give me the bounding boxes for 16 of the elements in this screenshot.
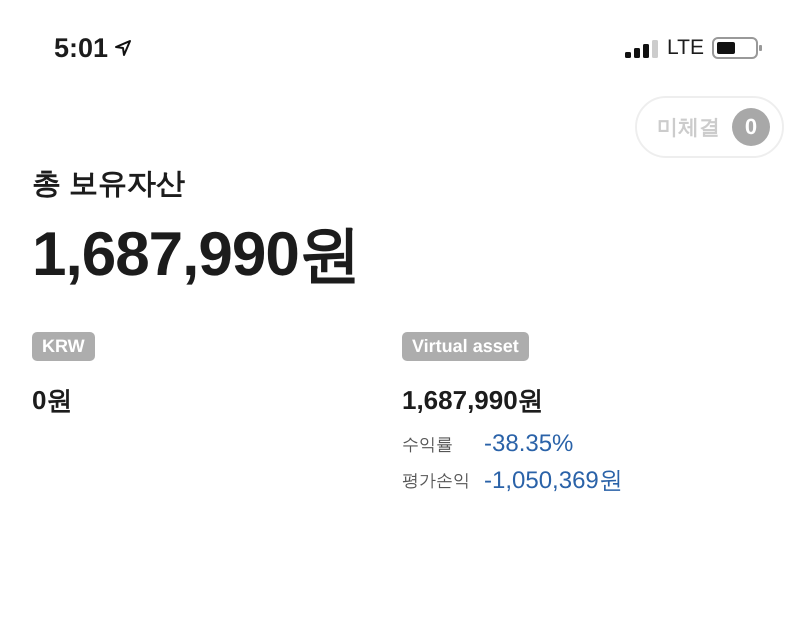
location-arrow-icon <box>114 39 132 57</box>
clock-time: 5:01 <box>54 32 108 64</box>
account-tag: Virtual asset <box>402 332 529 361</box>
account-tag: KRW <box>32 332 95 361</box>
total-assets-title: 총 보유자산 <box>32 167 186 202</box>
battery-icon <box>712 36 764 60</box>
metric-label: 수익률 <box>402 434 454 456</box>
account-amount: 1,687,990원 <box>402 384 544 417</box>
total-assets-amount: 1,687,990원 <box>32 219 361 291</box>
metric-value: -1,050,369원 <box>484 466 623 496</box>
account-amount: 0원 <box>32 384 72 417</box>
metric-label: 평가손익 <box>402 470 471 492</box>
metric-value: -38.35% <box>484 430 574 458</box>
network-label: LTE <box>667 36 704 60</box>
pending-count: 0 <box>732 108 770 146</box>
signal-icon <box>625 38 660 58</box>
